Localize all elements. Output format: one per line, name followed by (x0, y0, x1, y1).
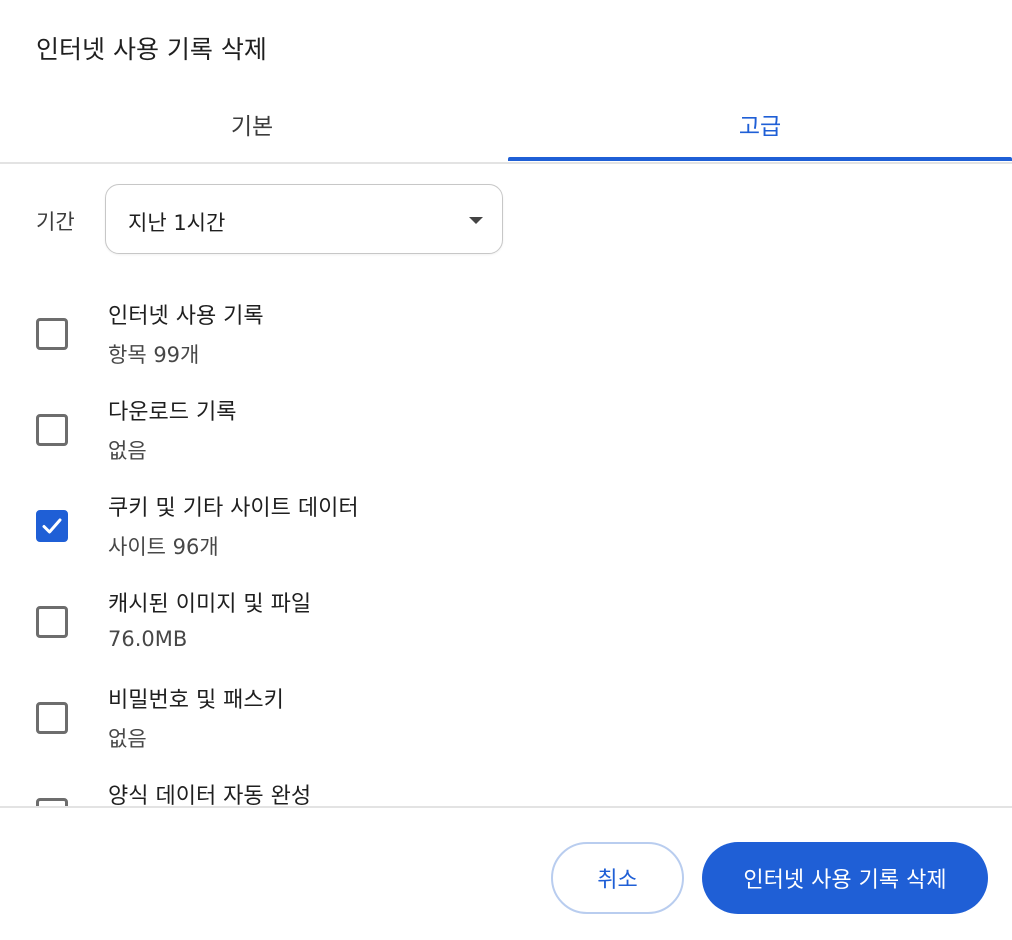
cancel-button[interactable]: 취소 (551, 842, 684, 914)
list-item-cookies: 쿠키 및 기타 사이트 데이터 사이트 96개 (0, 482, 1012, 578)
tab-bar: 기본 고급 (0, 88, 1012, 164)
checkbox-passwords[interactable] (36, 702, 68, 734)
list-item-download-history: 다운로드 기록 없음 (0, 386, 1012, 482)
checkbox-browsing-history[interactable] (36, 318, 68, 350)
list-item-browsing-history: 인터넷 사용 기록 항목 99개 (0, 290, 1012, 386)
tab-basic[interactable]: 기본 (0, 88, 504, 160)
list-item-autofill: 양식 데이터 자동 완성 (0, 770, 1012, 807)
footer-divider (0, 806, 1012, 808)
list-item-subtitle: 없음 (108, 439, 147, 463)
list-item-title: 비밀번호 및 패스키 (108, 688, 284, 713)
tab-advanced[interactable]: 고급 (508, 88, 1012, 160)
list-item-subtitle: 사이트 96개 (108, 535, 219, 559)
list-item-subtitle: 없음 (108, 727, 147, 751)
list-item-title: 양식 데이터 자동 완성 (108, 784, 312, 807)
checkbox-cache[interactable] (36, 606, 68, 638)
list-item-subtitle: 76.0MB (108, 627, 188, 651)
list-item-cache: 캐시된 이미지 및 파일 76.0MB (0, 578, 1012, 674)
checkbox-download-history[interactable] (36, 414, 68, 446)
list-item-title: 다운로드 기록 (108, 400, 237, 425)
list-item-title: 쿠키 및 기타 사이트 데이터 (108, 496, 359, 521)
caret-down-icon (469, 217, 483, 224)
period-select-value: 지난 1시간 (128, 211, 226, 235)
checkmark-icon (42, 518, 62, 534)
dialog-title: 인터넷 사용 기록 삭제 (36, 35, 267, 64)
period-select[interactable]: 지난 1시간 (105, 184, 503, 254)
clear-data-button[interactable]: 인터넷 사용 기록 삭제 (702, 842, 988, 914)
list-item-subtitle: 항목 99개 (108, 343, 200, 367)
data-type-list[interactable]: 인터넷 사용 기록 항목 99개 다운로드 기록 없음 쿠키 및 기타 사이트 … (0, 290, 1012, 807)
list-item-title: 캐시된 이미지 및 파일 (108, 592, 312, 617)
list-item-passwords: 비밀번호 및 패스키 없음 (0, 674, 1012, 770)
list-item-title: 인터넷 사용 기록 (108, 304, 264, 329)
checkbox-cookies[interactable] (36, 510, 68, 542)
active-tab-indicator (508, 157, 1012, 161)
tabs-divider (0, 162, 1012, 164)
period-label: 기간 (36, 210, 75, 234)
